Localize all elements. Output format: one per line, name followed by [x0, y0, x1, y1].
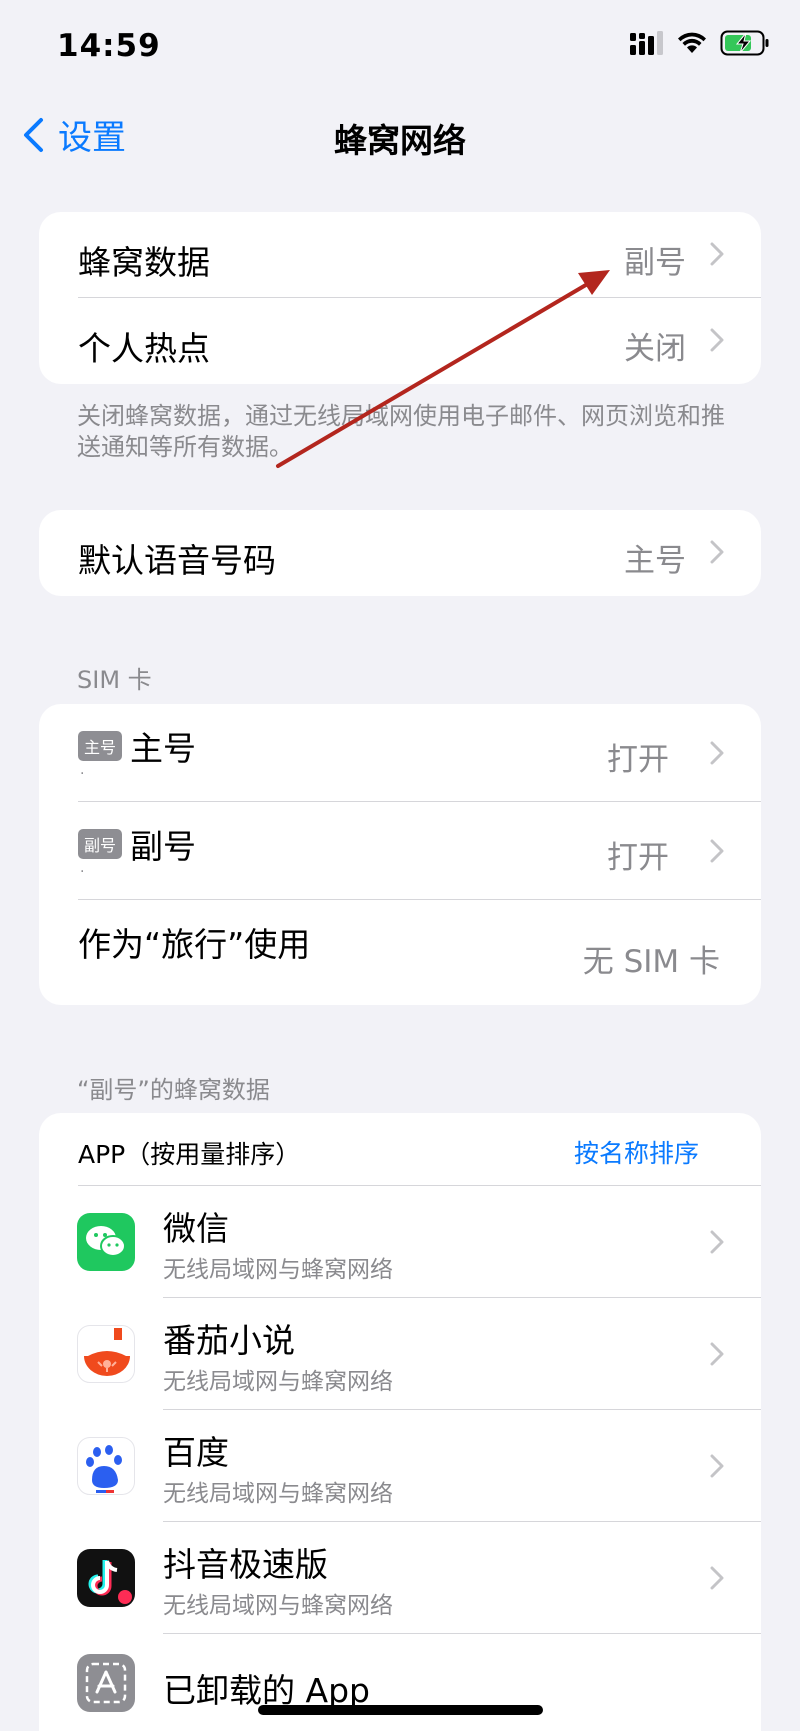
app-row-wechat[interactable]: 微信 无线局域网与蜂窝网络 [39, 1186, 761, 1298]
chevron-right-icon [710, 1342, 724, 1366]
app-network-mode: 无线局域网与蜂窝网络 [163, 1481, 393, 1507]
row-value: 打开 [607, 840, 669, 876]
row-title: 默认语音号码 [78, 541, 276, 580]
douyin-icon [77, 1549, 135, 1607]
row-value: 副号 [624, 245, 686, 281]
battery-charging-icon [720, 30, 769, 56]
app-network-mode: 无线局域网与蜂窝网络 [163, 1257, 393, 1283]
sim-section-header: SIM 卡 [77, 666, 152, 694]
app-data-section-header: “副号”的蜂窝数据 [77, 1076, 270, 1104]
chevron-right-icon [710, 540, 724, 564]
row-sim-secondary[interactable]: 副号 副号 · 打开 [39, 802, 761, 900]
sim-name: 副号 [130, 827, 197, 866]
sim-badge: 主号 [78, 731, 123, 761]
row-title: 个人热点 [78, 329, 210, 368]
app-network-mode: 无线局域网与蜂窝网络 [163, 1593, 393, 1619]
app-name: 抖音极速版 [163, 1545, 328, 1584]
chevron-right-icon [710, 328, 724, 352]
sim-title: 副号 副号 [78, 820, 196, 868]
nav-bar: 设置 蜂窝网络 [0, 96, 800, 176]
row-sim-primary[interactable]: 主号 主号 · 打开 [39, 704, 761, 802]
app-list-label: APP（按用量排序） [78, 1140, 301, 1169]
app-row-douyin[interactable]: 抖音极速版 无线局域网与蜂窝网络 [39, 1522, 761, 1634]
row-value: 打开 [607, 742, 669, 778]
chevron-right-icon [710, 741, 724, 765]
app-name: 百度 [163, 1433, 229, 1472]
row-value: 无 SIM 卡 [582, 944, 720, 980]
chevron-right-icon [710, 1230, 724, 1254]
chevron-right-icon [710, 1454, 724, 1478]
app-name: 微信 [163, 1209, 229, 1248]
status-bar: 14:59 [0, 0, 800, 96]
sim-badge: 副号 [78, 829, 123, 859]
row-travel-sim[interactable]: 作为“旅行”使用 无 SIM 卡 [39, 900, 761, 1005]
app-data-group: APP（按用量排序） 按名称排序 微信 无线局域网与蜂窝网络 番茄小说 无线局域… [39, 1113, 761, 1731]
row-default-voice-line[interactable]: 默认语音号码 主号 [39, 510, 761, 596]
row-value: 关闭 [624, 331, 686, 367]
wechat-icon [77, 1213, 135, 1271]
chevron-right-icon [710, 1566, 724, 1590]
app-name: 番茄小说 [163, 1321, 295, 1360]
chevron-right-icon [710, 839, 724, 863]
uninstalled-app-icon [77, 1654, 135, 1712]
status-time: 14:59 [57, 28, 161, 64]
app-row-fanqie[interactable]: 番茄小说 无线局域网与蜂窝网络 [39, 1298, 761, 1410]
row-value: 主号 [624, 543, 686, 579]
row-title: 作为“旅行”使用 [78, 925, 311, 964]
status-icons [630, 30, 770, 56]
row-cellular-data[interactable]: 蜂窝数据 副号 [39, 212, 761, 298]
app-row-baidu[interactable]: 百度 无线局域网与蜂窝网络 [39, 1410, 761, 1522]
home-indicator [258, 1705, 543, 1715]
app-row-uninstalled[interactable]: 已卸载的 App [39, 1634, 761, 1731]
cellular-data-footnote: 关闭蜂窝数据，通过无线局域网使用电子邮件、网页浏览和推送通知等所有数据。 [77, 402, 725, 461]
baidu-icon [77, 1437, 135, 1495]
sort-by-name-button[interactable]: 按名称排序 [574, 1134, 699, 1170]
sim-name: 主号 [130, 729, 197, 768]
cellular-signal-icon [630, 31, 663, 55]
app-list-header-row: APP（按用量排序） 按名称排序 [39, 1113, 761, 1186]
sim-number: · [80, 766, 85, 782]
default-voice-group: 默认语音号码 主号 [39, 510, 761, 596]
sim-title: 主号 主号 [78, 722, 196, 770]
sim-group: 主号 主号 · 打开 副号 副号 · 打开 作为“旅行”使用 无 SIM 卡 [39, 704, 761, 1005]
fanqie-icon [77, 1325, 135, 1383]
cellular-settings-group: 蜂窝数据 副号 个人热点 关闭 [39, 212, 761, 384]
app-network-mode: 无线局域网与蜂窝网络 [163, 1369, 393, 1395]
sim-number: · [80, 864, 85, 880]
chevron-right-icon [710, 242, 724, 266]
row-title: 蜂窝数据 [78, 243, 210, 282]
row-personal-hotspot[interactable]: 个人热点 关闭 [39, 298, 761, 384]
wifi-icon [678, 32, 706, 53]
page-title: 蜂窝网络 [334, 121, 466, 160]
